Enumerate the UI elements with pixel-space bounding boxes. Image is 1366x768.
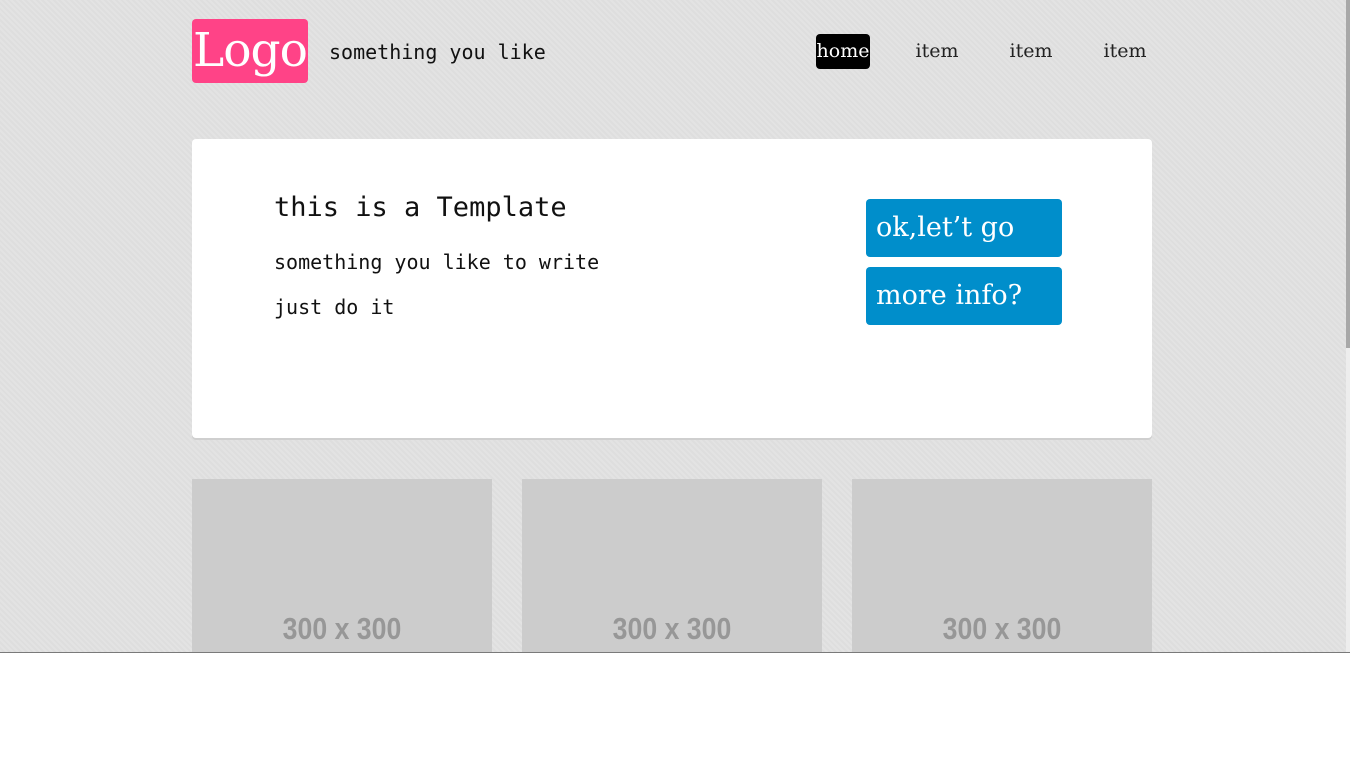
nav-item-3[interactable]: item — [1094, 34, 1156, 69]
thumbnail-label: 300 x 300 — [612, 611, 732, 646]
nav-item-1[interactable]: item — [906, 34, 968, 69]
lets-go-button[interactable]: ok,let’t go — [866, 199, 1062, 257]
page-viewport: Logo something you like home item item i… — [0, 0, 1350, 652]
nav-item-2[interactable]: item — [1000, 34, 1062, 69]
site-tagline: something you like — [329, 40, 546, 64]
vertical-scrollbar[interactable] — [1346, 0, 1350, 652]
thumbnail-placeholder-1: 300 x 300 — [192, 479, 492, 652]
hero-subtitle: something you like to write — [274, 250, 600, 274]
viewport-bottom-border — [0, 652, 1350, 653]
thumbnail-label: 300 x 300 — [942, 611, 1062, 646]
thumbnail-placeholder-3: 300 x 300 — [852, 479, 1152, 652]
hero-card: this is a Template something you like to… — [192, 139, 1152, 438]
scrollbar-thumb[interactable] — [1346, 0, 1350, 348]
hero-title: this is a Template — [274, 192, 567, 223]
logo[interactable]: Logo — [192, 19, 308, 83]
nav-home[interactable]: home — [816, 34, 870, 69]
thumbnail-placeholder-2: 300 x 300 — [522, 479, 822, 652]
more-info-button[interactable]: more info? — [866, 267, 1062, 325]
thumbnail-label: 300 x 300 — [282, 611, 402, 646]
hero-tagline: just do it — [274, 295, 395, 319]
